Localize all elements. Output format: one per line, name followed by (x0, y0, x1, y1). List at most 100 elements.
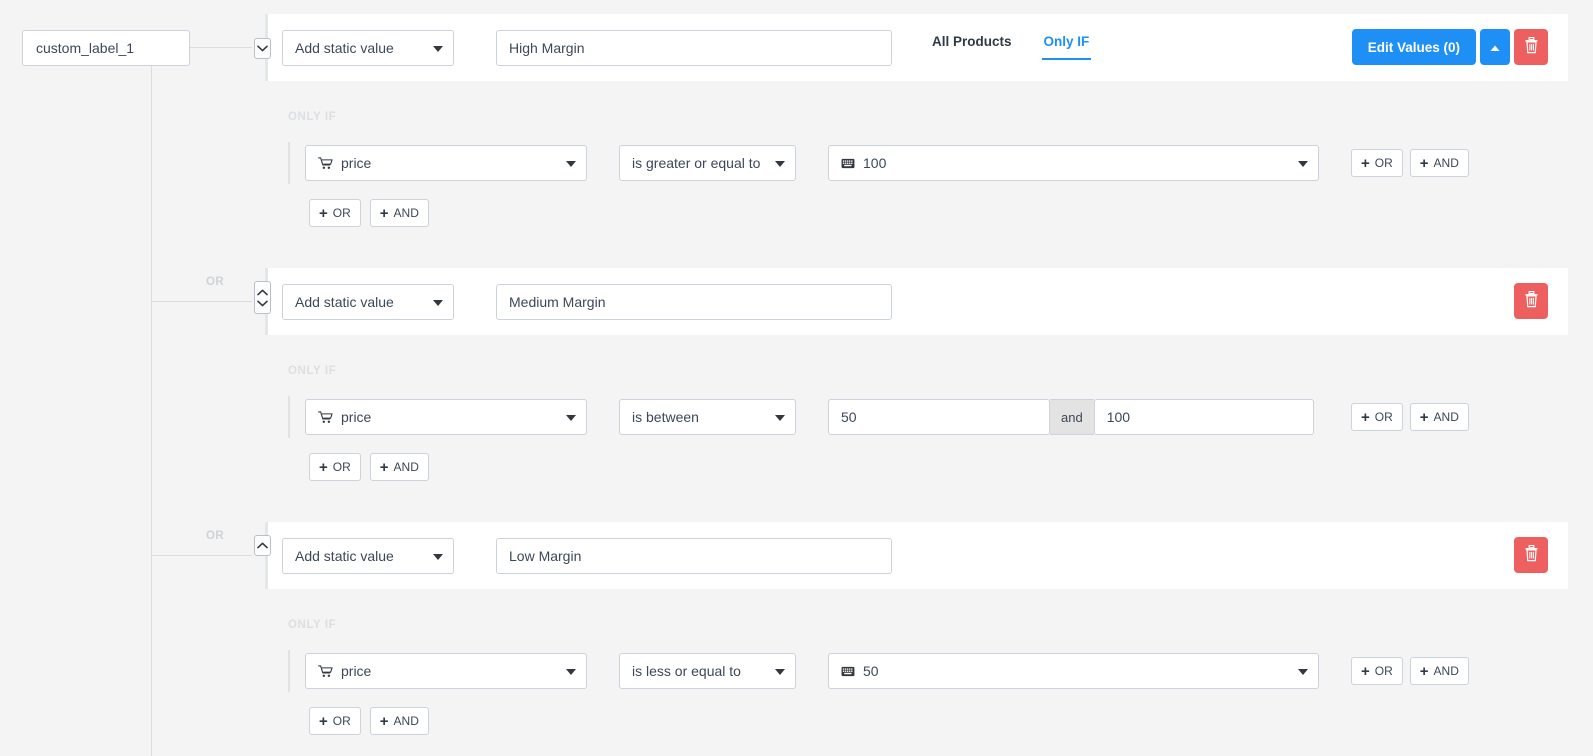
plus-icon: + (1361, 156, 1370, 171)
add-and-condition-button-1r[interactable]: + AND (1410, 149, 1469, 177)
plus-icon: + (380, 460, 389, 475)
condition-range-group-2: 50 and 100 (828, 399, 1314, 435)
add-and-condition-button-3r[interactable]: + AND (1410, 657, 1469, 685)
plus-icon: + (380, 206, 389, 221)
chevron-down-icon[interactable] (255, 43, 270, 54)
delete-rule-button-3[interactable] (1514, 537, 1548, 573)
add-and-label: AND (394, 714, 419, 728)
range-and-separator-2: and (1050, 399, 1094, 435)
collapse-button[interactable] (1480, 29, 1510, 65)
static-value-input-2[interactable]: Medium Margin (496, 284, 892, 320)
tab-only-if[interactable]: Only IF (1042, 28, 1092, 60)
condition-add-buttons-right-2: + OR + AND (1351, 403, 1469, 431)
value-source-select-3[interactable]: Add static value (282, 538, 454, 574)
value-source-label-2: Add static value (295, 294, 394, 310)
condition-field-label-2: price (341, 409, 371, 425)
condition-bar-1 (288, 142, 290, 184)
chevron-up-icon (1490, 40, 1500, 55)
tab-bar: All Products Only IF (930, 28, 1091, 60)
chevron-up-icon[interactable] (255, 287, 270, 298)
chevron-down-icon (775, 161, 785, 167)
add-and-label: AND (1434, 664, 1459, 678)
chevron-down-icon[interactable] (255, 298, 270, 309)
chevron-down-icon (775, 415, 785, 421)
row-actions-3 (1514, 537, 1548, 573)
add-and-label: AND (1434, 410, 1459, 424)
add-or-condition-button-3r[interactable]: + OR (1351, 657, 1403, 685)
value-source-select-2[interactable]: Add static value (282, 284, 454, 320)
tree-branch-line-2 (151, 301, 252, 302)
rule-row-2: Add static value Medium Margin (265, 268, 1568, 335)
tree-branch-line-1 (190, 47, 252, 48)
condition-field-select-3[interactable]: price (305, 653, 587, 689)
plus-icon: + (1420, 410, 1429, 425)
chevron-down-icon (433, 46, 443, 52)
condition-operator-select-3[interactable]: is less or equal to (619, 653, 796, 689)
condition-field-select-2[interactable]: price (305, 399, 587, 435)
add-or-label: OR (333, 460, 351, 474)
chevron-up-icon[interactable] (255, 540, 270, 551)
value-source-label-3: Add static value (295, 548, 394, 564)
condition-field-label-3: price (341, 663, 371, 679)
only-if-label-3: ONLY IF (288, 619, 336, 631)
condition-operator-select-2[interactable]: is between (619, 399, 796, 435)
rule-builder-canvas: custom_label_1 OR OR Add static value Hi… (0, 0, 1593, 756)
condition-add-buttons-below-3: + OR + AND (309, 707, 429, 735)
plus-icon: + (380, 714, 389, 729)
add-and-condition-button-1b[interactable]: + AND (370, 199, 429, 227)
chevron-down-icon (1298, 161, 1308, 167)
add-and-condition-button-3b[interactable]: + AND (370, 707, 429, 735)
add-or-condition-button-2r[interactable]: + OR (1351, 403, 1403, 431)
plus-icon: + (1420, 156, 1429, 171)
field-chip[interactable]: custom_label_1 (22, 30, 190, 66)
add-and-condition-button-2b[interactable]: + AND (370, 453, 429, 481)
trash-icon (1524, 545, 1539, 565)
plus-icon: + (1361, 410, 1370, 425)
row-reorder-spinner-3[interactable] (254, 535, 271, 556)
row-collapse-toggle-1[interactable] (254, 38, 271, 59)
add-or-condition-button-3b[interactable]: + OR (309, 707, 361, 735)
delete-rule-button-1[interactable] (1514, 29, 1548, 65)
tree-or-label-2: OR (206, 276, 224, 288)
delete-rule-button-2[interactable] (1514, 283, 1548, 319)
chevron-down-icon (566, 415, 576, 421)
condition-value-max-input-2[interactable]: 100 (1094, 399, 1314, 435)
keyboard-icon (841, 158, 855, 169)
edit-values-button[interactable]: Edit Values (0) (1352, 29, 1476, 65)
condition-value-select-3[interactable]: 50 (828, 653, 1319, 689)
row-reorder-spinner-2[interactable] (254, 281, 271, 314)
condition-add-buttons-below-1: + OR + AND (309, 199, 429, 227)
rule-row-1: Add static value High Margin All Product… (265, 14, 1568, 81)
condition-value-text-3: 50 (863, 663, 879, 679)
add-or-label: OR (1375, 410, 1393, 424)
add-and-condition-button-2r[interactable]: + AND (1410, 403, 1469, 431)
condition-add-buttons-below-2: + OR + AND (309, 453, 429, 481)
condition-operator-label-3: is less or equal to (632, 663, 741, 679)
cart-icon (318, 411, 333, 424)
plus-icon: + (319, 206, 328, 221)
add-or-condition-button-2b[interactable]: + OR (309, 453, 361, 481)
condition-operator-label-2: is between (632, 409, 699, 425)
add-or-label: OR (333, 714, 351, 728)
condition-value-min-text-2: 50 (841, 409, 857, 425)
row-actions-1: Edit Values (0) (1352, 29, 1548, 65)
static-value-input-1[interactable]: High Margin (496, 30, 892, 66)
chevron-down-icon (433, 300, 443, 306)
condition-value-select-1[interactable]: 100 (828, 145, 1319, 181)
condition-operator-select-1[interactable]: is greater or equal to (619, 145, 796, 181)
field-chip-label: custom_label_1 (36, 40, 134, 56)
only-if-label-2: ONLY IF (288, 365, 336, 377)
condition-operator-label-1: is greater or equal to (632, 155, 760, 171)
static-value-input-3[interactable]: Low Margin (496, 538, 892, 574)
condition-value-min-input-2[interactable]: 50 (828, 399, 1050, 435)
condition-add-buttons-right-1: + OR + AND (1351, 149, 1469, 177)
add-or-condition-button-1r[interactable]: + OR (1351, 149, 1403, 177)
value-source-select-1[interactable]: Add static value (282, 30, 454, 66)
trash-icon (1524, 291, 1539, 311)
add-or-condition-button-1b[interactable]: + OR (309, 199, 361, 227)
plus-icon: + (1420, 664, 1429, 679)
condition-field-select-1[interactable]: price (305, 145, 587, 181)
plus-icon: + (319, 460, 328, 475)
add-or-label: OR (333, 206, 351, 220)
tab-all-products[interactable]: All Products (930, 28, 1014, 58)
